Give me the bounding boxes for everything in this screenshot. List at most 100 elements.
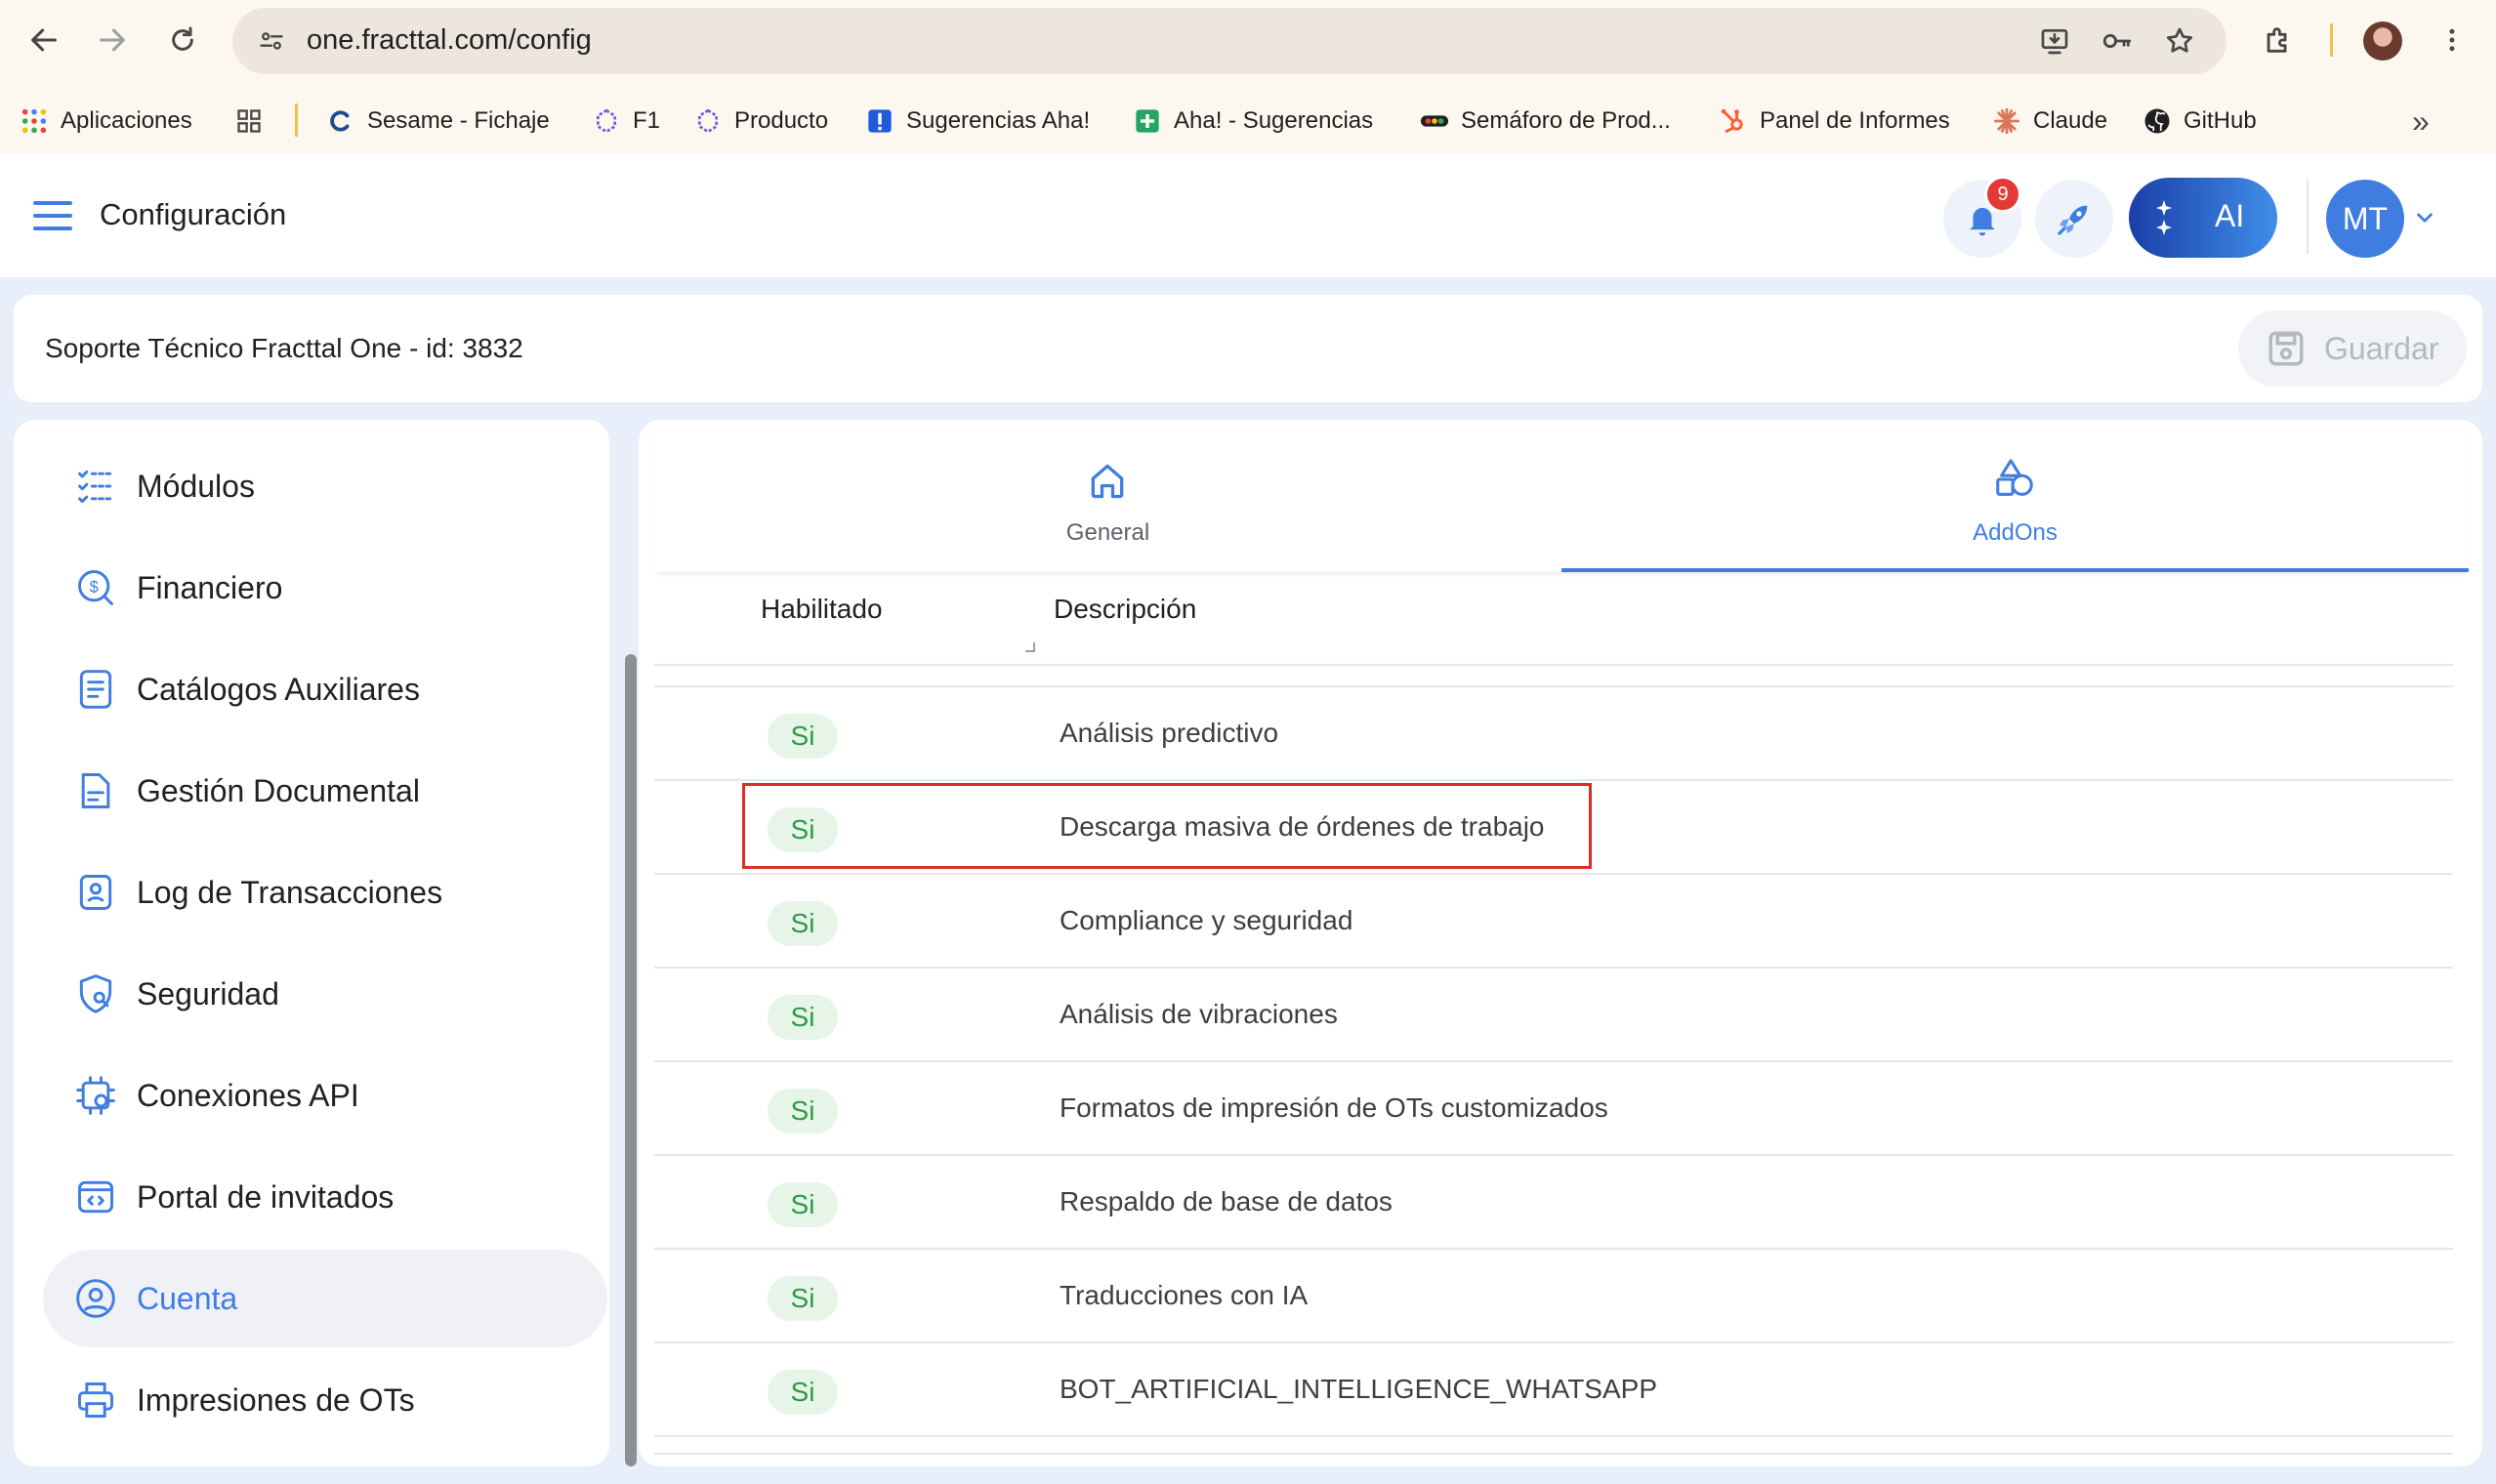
tab-addons[interactable]: AddOns: [1561, 420, 2469, 572]
traffic-light-icon: [1420, 106, 1449, 136]
tab-groups-icon: [234, 106, 264, 136]
bookmark-label: Sesame - Fichaje: [367, 107, 550, 134]
company-card: Soporte Técnico Fracttal One - id: 3832 …: [14, 295, 2482, 402]
row-description: BOT_ARTIFICIAL_INTELLIGENCE_WHATSAPP: [1060, 1374, 1658, 1404]
shapes-icon: [1996, 459, 2033, 496]
table-row[interactable]: Si Descarga masiva de órdenes de trabajo: [654, 781, 2453, 875]
save-button[interactable]: Guardar: [2238, 310, 2467, 387]
sidebar-item-label: Gestión Documental: [137, 772, 420, 808]
page-title: Configuración: [100, 197, 287, 231]
account-circle-icon: [76, 1279, 115, 1318]
hamburger-menu-button[interactable]: [33, 199, 72, 232]
bookmark-semaforo[interactable]: Semáforo de Prod...: [1420, 102, 1671, 141]
table-row[interactable]: Si Análisis de vibraciones: [654, 969, 2453, 1062]
sidebar-item-gestion-documental[interactable]: Gestión Documental: [43, 742, 607, 840]
bookmark-label: Sugerencias Aha!: [906, 107, 1091, 134]
producto-icon: [693, 106, 723, 136]
aha-icon: [865, 106, 894, 136]
bookmark-apps[interactable]: Aplicaciones: [20, 102, 192, 141]
sidebar-item-conexiones-api[interactable]: Conexiones API: [43, 1047, 607, 1144]
table-row[interactable]: Si Respaldo de base de datos: [654, 1156, 2453, 1250]
notification-badge: 9: [1984, 176, 2021, 213]
column-header-descripcion[interactable]: Descripción: [1054, 594, 1196, 625]
hubspot-icon: [1719, 106, 1748, 136]
table-row[interactable]: Si Traducciones con IA: [654, 1250, 2453, 1343]
password-key-icon[interactable]: [2098, 21, 2137, 61]
sidebar-item-catalogos[interactable]: Catálogos Auxiliares: [43, 640, 607, 738]
bookmark-label: F1: [633, 107, 661, 134]
table-row[interactable]: Si BOT_ARTIFICIAL_INTELLIGENCE_WHATSAPP: [654, 1343, 2453, 1437]
notifications-button[interactable]: 9: [1943, 176, 2021, 258]
f1-icon: [592, 106, 621, 136]
sidebar-item-cuenta[interactable]: Cuenta: [43, 1250, 607, 1347]
bookmark-producto[interactable]: Producto: [693, 102, 828, 141]
sidebar-scrollbar[interactable]: [625, 654, 637, 1466]
sidebar-item-seguridad[interactable]: Seguridad: [43, 945, 607, 1043]
header-divider: [654, 664, 2453, 666]
claude-icon: [1992, 106, 2021, 136]
extensions-button[interactable]: [2252, 14, 2305, 66]
bookmark-sesame[interactable]: Sesame - Fichaje: [326, 102, 550, 141]
bookmark-tab-groups[interactable]: [234, 102, 264, 141]
portal-icon: [78, 1180, 113, 1214]
money-search-icon: $: [78, 570, 113, 605]
ai-button[interactable]: AI: [2129, 178, 2277, 258]
sidebar-item-financiero[interactable]: $ Financiero: [43, 539, 607, 637]
bookmark-github[interactable]: GitHub: [2142, 102, 2257, 141]
user-menu-button[interactable]: [2412, 205, 2441, 234]
enabled-chip: Si: [768, 901, 838, 946]
launch-button[interactable]: [2035, 180, 2113, 258]
bookmark-claude[interactable]: Claude: [1992, 102, 2107, 141]
bookmark-star-icon[interactable]: [2160, 21, 2199, 61]
tab-active-indicator: [1561, 568, 2469, 572]
api-chip-icon: [76, 1076, 115, 1115]
table-row[interactable]: Si Formatos de impresión de OTs customiz…: [654, 1062, 2453, 1156]
row-description: Respaldo de base de datos: [1060, 1186, 1393, 1216]
enabled-chip: Si: [768, 1089, 838, 1134]
sidebar-item-impresiones[interactable]: Impresiones de OTs: [43, 1351, 607, 1449]
printer-icon: [78, 1382, 113, 1418]
browser-menu-button[interactable]: [2426, 14, 2478, 66]
reload-button[interactable]: [156, 14, 209, 66]
table-row[interactable]: Si Análisis predictivo: [654, 687, 2453, 781]
column-resize-handle[interactable]: [1025, 642, 1035, 652]
sidebar-item-modulos[interactable]: Módulos: [43, 437, 607, 535]
back-button[interactable]: [18, 14, 70, 66]
bookmark-aha-sugerencias[interactable]: Aha! - Sugerencias: [1133, 102, 1373, 141]
reload-icon: [172, 26, 193, 51]
address-bar[interactable]: one.fracttal.com/config: [232, 8, 2226, 74]
company-name: Soporte Técnico Fracttal One - id: 3832: [45, 333, 523, 363]
table-row[interactable]: Si Compliance y seguridad: [654, 875, 2453, 969]
bookmark-label: Aplicaciones: [61, 107, 192, 134]
row-description: Análisis de vibraciones: [1060, 999, 1338, 1029]
tab-general[interactable]: General: [654, 420, 1561, 572]
site-settings-icon[interactable]: [252, 21, 291, 61]
bookmark-f1[interactable]: F1: [592, 102, 660, 141]
svg-text:$: $: [90, 579, 99, 597]
user-avatar[interactable]: MT: [2326, 180, 2404, 258]
kebab-icon: [2449, 28, 2455, 52]
sidebar-item-log[interactable]: Log de Transacciones: [43, 844, 607, 941]
bookmark-label: Aha! - Sugerencias: [1174, 107, 1374, 134]
puzzle-icon: [2267, 27, 2287, 53]
github-icon: [2142, 106, 2172, 136]
install-app-icon[interactable]: [2035, 21, 2074, 61]
bookmarks-overflow-button[interactable]: »: [2412, 102, 2430, 141]
bookmark-panel-informes[interactable]: Panel de Informes: [1719, 102, 1950, 141]
bookmark-sugerencias-aha[interactable]: Sugerencias Aha!: [865, 102, 1090, 141]
bookmark-divider: [295, 103, 298, 137]
enabled-chip: Si: [768, 1182, 838, 1227]
row-description: Compliance y seguridad: [1060, 905, 1353, 935]
bookmark-label: GitHub: [2184, 107, 2257, 134]
log-icon: [79, 875, 112, 910]
column-header-habilitado[interactable]: Habilitado: [761, 594, 883, 625]
sidebar-item-label: Seguridad: [137, 975, 279, 1011]
enabled-chip: Si: [768, 714, 838, 759]
profile-avatar[interactable]: [2363, 21, 2402, 61]
sparkle-icon: [2156, 200, 2172, 235]
sidebar-item-portal-invitados[interactable]: Portal de invitados: [43, 1148, 607, 1246]
sheets-icon: [1133, 106, 1162, 136]
rocket-icon: [2058, 205, 2088, 235]
sidebar-item-label: Catálogos Auxiliares: [137, 671, 420, 707]
forward-button[interactable]: [86, 14, 139, 66]
